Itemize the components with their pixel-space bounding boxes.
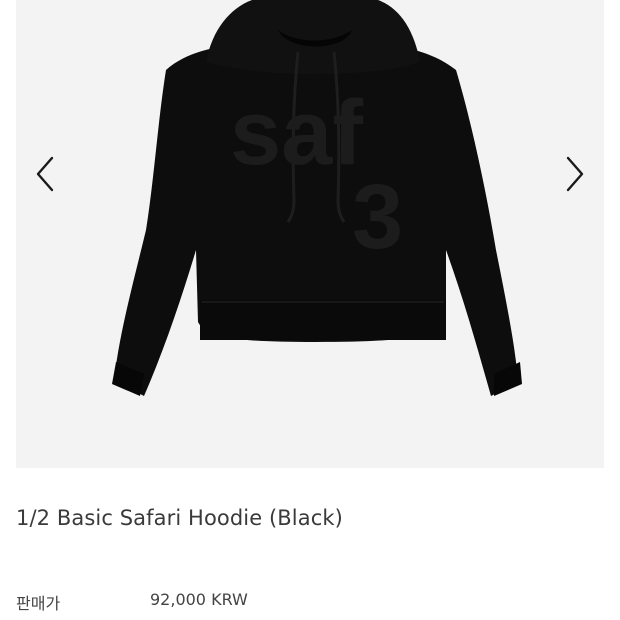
chevron-right-icon [566, 156, 584, 192]
svg-text:3: 3 [352, 166, 403, 268]
gallery-prev-button[interactable] [28, 152, 64, 196]
price-label: 판매가 [16, 594, 61, 613]
hoodie-product-image: saf 3 [112, 0, 522, 396]
price-value: 92,000 KRW [150, 590, 248, 609]
price-row: 판매가 92,000 KRW [16, 590, 604, 614]
product-gallery: saf 3 [16, 0, 604, 468]
svg-text:saf: saf [230, 82, 363, 184]
product-title: 1/2 Basic Safari Hoodie (Black) [16, 506, 343, 530]
chevron-left-icon [36, 156, 54, 192]
gallery-next-button[interactable] [556, 152, 592, 196]
